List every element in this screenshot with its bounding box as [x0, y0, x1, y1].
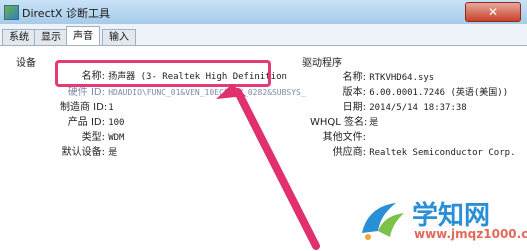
- brand-logo-icon: [362, 203, 404, 240]
- brand-url: www.jmqz1000.com: [414, 227, 527, 241]
- watermark: 学知网 www.jmqz1000.com: [356, 195, 527, 243]
- arrow-shaft: [234, 88, 320, 250]
